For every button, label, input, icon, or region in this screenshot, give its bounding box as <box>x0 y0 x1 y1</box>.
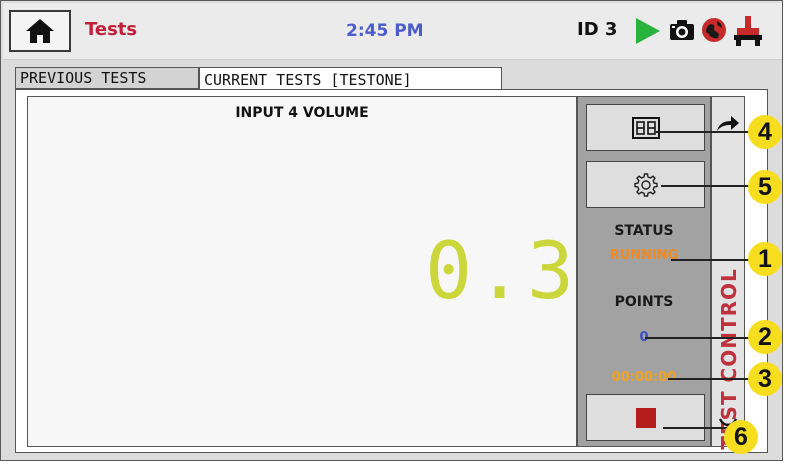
callout-line-5 <box>661 185 758 187</box>
top-bar: Tests 2:45 PM ID 3 <box>3 3 782 60</box>
test-control-drawer[interactable]: TEST CONTROL <box>711 96 745 450</box>
app-window: Tests 2:45 PM ID 3 PREVIOUS TESTS CURREN… <box>0 0 783 461</box>
home-icon <box>26 19 54 43</box>
network-icon[interactable] <box>701 17 727 43</box>
callout-badge-4: 4 <box>748 115 782 149</box>
clock: 2:45 PM <box>346 21 424 41</box>
display-label: INPUT 4 VOLUME <box>235 105 369 121</box>
device-id: ID 3 <box>577 19 618 40</box>
callout-line-4 <box>656 131 758 133</box>
layout-button[interactable] <box>586 104 705 151</box>
points-label: POINTS <box>614 294 674 310</box>
stop-icon <box>635 407 656 428</box>
callout-badge-5: 5 <box>748 170 782 204</box>
callout-badge-2: 2 <box>748 320 782 354</box>
screen-title: Tests <box>85 19 138 40</box>
gear-icon <box>633 172 658 197</box>
callout-line-2 <box>645 337 758 339</box>
camera-icon[interactable] <box>669 19 695 41</box>
value-display: INPUT 4 VOLUME 0.3 <box>27 96 577 447</box>
usb-icon[interactable] <box>733 14 763 48</box>
callout-badge-6: 6 <box>724 420 758 454</box>
callout-line-3 <box>668 378 758 380</box>
status-label: STATUS <box>614 223 674 239</box>
home-button[interactable] <box>9 10 71 52</box>
side-panel: STATUS RUNNING POINTS 0 00:00:00 <box>577 96 711 447</box>
current-value: 0.3 <box>425 227 578 317</box>
callout-line-1 <box>671 259 758 261</box>
stop-button[interactable] <box>586 394 705 441</box>
callout-badge-3: 3 <box>748 362 782 396</box>
tab-previous-tests[interactable]: PREVIOUS TESTS <box>15 67 199 89</box>
play-icon[interactable] <box>634 16 662 46</box>
tab-current-tests[interactable]: CURRENT TESTS [TESTONE] <box>199 67 502 91</box>
callout-badge-1: 1 <box>748 242 782 276</box>
grid-icon <box>631 116 660 139</box>
